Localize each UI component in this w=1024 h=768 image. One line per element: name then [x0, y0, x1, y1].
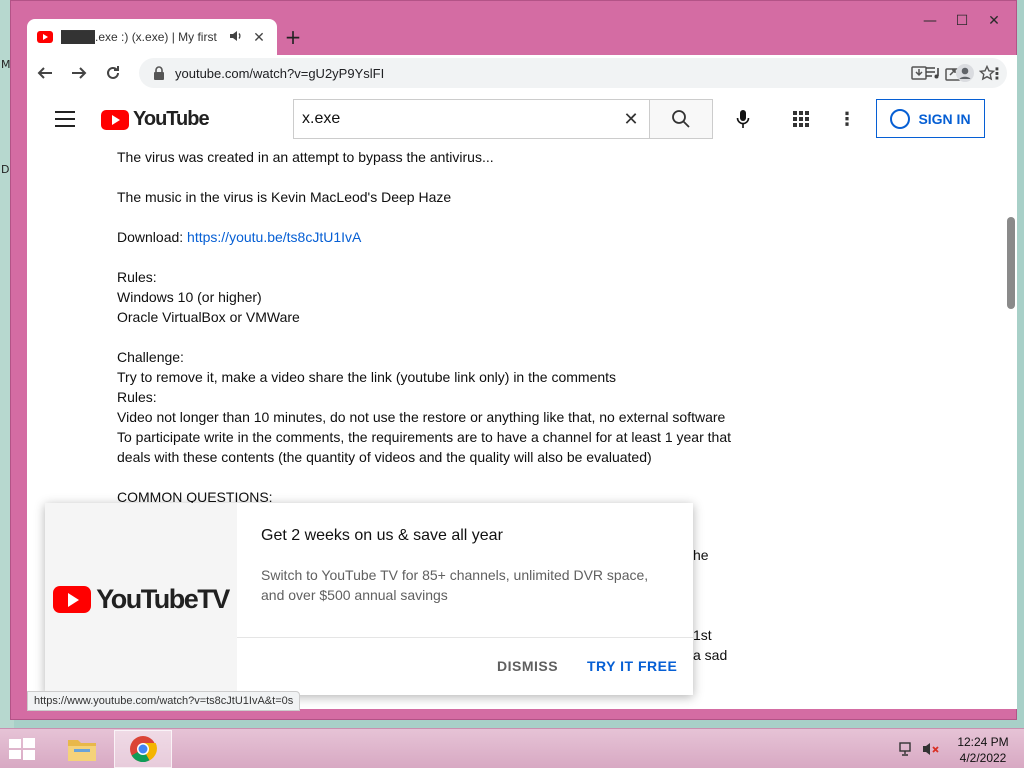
maximize-button[interactable]: ☐ [946, 9, 978, 33]
tab-title: ████.exe :) (x.exe) | My first [61, 30, 217, 44]
chrome-taskbar-button[interactable] [114, 730, 172, 768]
back-arrow-icon [37, 67, 52, 79]
search-input[interactable]: x.exe ✕ [293, 99, 649, 139]
youtube-logo[interactable]: YouTube [101, 108, 210, 131]
description-line: To participate write in the comments, th… [117, 429, 731, 445]
description-line: Challenge: [117, 349, 184, 365]
description-fragment: 1st [693, 627, 712, 643]
page-scrollbar[interactable] [1007, 217, 1015, 309]
description-line: The music in the virus is Kevin MacLeod'… [117, 189, 452, 205]
description-fragment: a sad [693, 647, 728, 663]
clock-time: 12:24 PM [957, 735, 1009, 749]
description-line: The virus was created in an attempt to b… [117, 149, 494, 165]
youtube-tv-logo-text: YouTubeTV [96, 583, 230, 614]
download-label: Download: [117, 229, 188, 245]
youtube-tv-promo-dialog: YouTubeTV Get 2 weeks on us & save all y… [45, 503, 693, 695]
sign-in-button[interactable]: SIGN IN [876, 99, 985, 138]
description-line: Rules: [117, 389, 157, 405]
browser-tab[interactable]: ████.exe :) (x.exe) | My first ✕ [27, 19, 277, 55]
youtube-header: YouTube x.exe ✕ ⋮ SIGN IN [27, 91, 1017, 147]
reload-button[interactable] [97, 57, 129, 89]
clock-date: 4/2/2022 [959, 751, 1007, 765]
youtube-play-icon [101, 109, 129, 130]
taskbar: 12:24 PM 4/2/2022 [0, 728, 1024, 768]
description-download-line: Download: https://youtu.be/ts8cJtU1IvA [117, 227, 797, 247]
chrome-icon [130, 736, 157, 763]
hamburger-menu-icon[interactable] [55, 111, 75, 127]
promo-divider [237, 637, 693, 638]
reload-icon [107, 66, 119, 79]
folder-icon [68, 740, 96, 761]
file-explorer-taskbar-button[interactable] [60, 731, 104, 767]
description-line [117, 167, 797, 187]
volume-muted-icon[interactable] [922, 741, 940, 757]
forward-arrow-icon [72, 67, 87, 79]
minimize-button[interactable]: — [914, 9, 946, 33]
settings-more-button[interactable]: ⋮ [835, 105, 859, 133]
description-line: deals with these contents (the quantity … [117, 449, 652, 465]
windows-logo-icon [9, 738, 35, 760]
profile-avatar-icon[interactable] [949, 57, 981, 89]
voice-search-button[interactable] [727, 103, 759, 135]
youtube-logo-text: YouTube [133, 108, 210, 130]
description-line: Video not longer than 10 minutes, do not… [117, 409, 726, 425]
youtube-tv-play-icon [53, 585, 92, 613]
description-line [117, 207, 797, 227]
description-line [117, 467, 797, 487]
description-line: Rules: [117, 269, 157, 285]
apps-grid-icon[interactable] [787, 105, 815, 133]
web-page: YouTube x.exe ✕ ⋮ SIGN IN The virus was [27, 91, 1017, 709]
account-icon [890, 108, 911, 129]
window-controls: — ☐ ✕ [914, 9, 1010, 33]
description-line: Try to remove it, make a video share the… [117, 369, 617, 385]
promo-title: Get 2 weeks on us & save all year [261, 527, 503, 544]
search-icon [672, 110, 690, 128]
forward-button[interactable] [63, 57, 95, 89]
browser-toolbar: youtube.com/watch?v=gU2yP9YslFI ⋮ [27, 55, 1017, 91]
browser-menu-button[interactable]: ⋮ [981, 57, 1013, 89]
search-input-value[interactable]: x.exe [302, 110, 613, 128]
close-window-button[interactable]: ✕ [978, 9, 1010, 33]
start-button[interactable] [8, 737, 38, 763]
link-status-bubble: https://www.youtube.com/watch?v=ts8cJtU1… [27, 691, 301, 711]
promo-body: Switch to YouTube TV for 85+ channels, u… [261, 567, 649, 603]
system-clock[interactable]: 12:24 PM 4/2/2022 [952, 734, 1014, 766]
description-line: Oracle VirtualBox or VMWare [117, 309, 300, 325]
clear-search-icon[interactable]: ✕ [613, 109, 649, 130]
search-button[interactable] [649, 99, 713, 139]
youtube-tv-logo: YouTubeTV [45, 503, 237, 695]
dismiss-button[interactable]: DISMISS [497, 658, 558, 674]
media-control-icon[interactable] [917, 57, 949, 89]
description-line: Windows 10 (or higher) [117, 289, 262, 305]
new-tab-button[interactable]: + [281, 25, 305, 49]
browser-window: — ☐ ✕ ████.exe :) (x.exe) | My first ✕ +… [10, 0, 1017, 720]
tab-close-button[interactable]: ✕ [251, 29, 267, 46]
speaker-icon[interactable] [229, 30, 243, 45]
network-icon[interactable] [898, 741, 914, 757]
microphone-icon [736, 110, 750, 128]
description-fragment: he [693, 547, 709, 563]
youtube-favicon-icon [37, 31, 53, 43]
sign-in-label: SIGN IN [918, 110, 971, 127]
video-description: The virus was created in an attempt to b… [117, 147, 797, 507]
back-button[interactable] [29, 57, 61, 89]
address-bar[interactable]: youtube.com/watch?v=gU2yP9YslFI [139, 58, 1007, 88]
description-line [117, 247, 797, 267]
download-link[interactable]: https://youtu.be/ts8cJtU1IvA [187, 229, 361, 245]
url-text[interactable]: youtube.com/watch?v=gU2yP9YslFI [175, 66, 903, 81]
description-line [117, 327, 797, 347]
desktop-icon-label: D [1, 163, 10, 176]
try-it-free-button[interactable]: TRY IT FREE [587, 658, 677, 674]
lock-icon[interactable] [153, 66, 165, 80]
